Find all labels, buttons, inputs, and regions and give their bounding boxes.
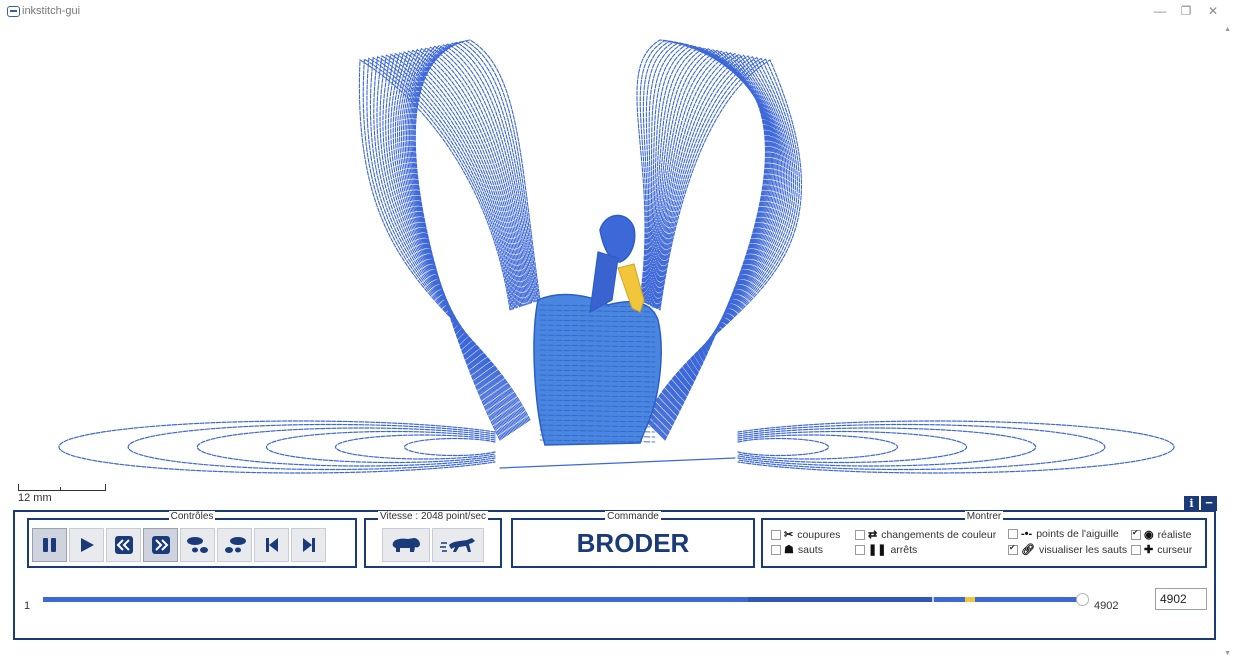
frog-icon: ☗ xyxy=(784,544,794,556)
color-block-1 xyxy=(43,597,748,602)
stitch-slider-track[interactable] xyxy=(43,597,1085,602)
minimize-window-button[interactable]: — xyxy=(1150,4,1170,18)
option-coupures[interactable]: ✂ coupures xyxy=(771,528,840,541)
arrets-checkbox[interactable] xyxy=(855,544,865,555)
slider-max-label: 4902 xyxy=(1094,600,1119,612)
crosshair-icon: ✚ xyxy=(1144,544,1154,556)
scissors-icon: ✂ xyxy=(784,529,794,541)
window-title: inkstitch-gui xyxy=(22,5,81,17)
scale-label: 12 mm xyxy=(18,492,52,504)
info-button[interactable]: i xyxy=(1184,496,1199,511)
stitch-line xyxy=(737,420,1175,474)
scale-bar-tick xyxy=(60,487,61,490)
play-icon xyxy=(80,538,94,552)
show-group: Montrer ✂ coupures ☗ sauts ⇄ changements… xyxy=(761,511,1207,568)
option-curseur[interactable]: ✚ curseur xyxy=(1131,543,1192,556)
current-command: BRODER xyxy=(576,527,690,558)
step-backward-button[interactable] xyxy=(180,528,215,562)
close-window-button[interactable]: ✕ xyxy=(1203,4,1223,18)
embroidery-design xyxy=(58,39,1175,474)
changements-label: changements de couleur xyxy=(881,528,997,541)
link-icon: 🔗︎ xyxy=(1021,544,1035,556)
option-changements-couleur[interactable]: ⇄ changements de couleur xyxy=(855,528,996,541)
skip-to-end-icon xyxy=(302,538,315,552)
footprints-forward-icon xyxy=(224,537,246,553)
fast-forward-button[interactable] xyxy=(143,528,178,562)
controls-group: Contrôles xyxy=(27,511,357,568)
hippo-icon xyxy=(392,538,420,552)
visualiser-checkbox[interactable] xyxy=(1008,543,1018,555)
points-checkbox[interactable] xyxy=(1008,529,1018,539)
rewind-button[interactable] xyxy=(106,528,141,562)
app-icon xyxy=(7,6,20,17)
color-block-yellow xyxy=(965,597,975,602)
stitch-number-input[interactable] xyxy=(1155,588,1207,610)
curseur-checkbox[interactable] xyxy=(1131,544,1141,555)
arrets-label: arrêts xyxy=(890,543,918,556)
jump-stitch-line xyxy=(499,457,736,469)
fast-forward-icon xyxy=(151,536,170,554)
embroidery-preview-canvas[interactable] xyxy=(0,24,1222,494)
pause-button[interactable] xyxy=(32,528,67,562)
speed-legend: Vitesse : 2048 point/sec xyxy=(378,511,488,522)
controls-legend: Contrôles xyxy=(168,511,216,522)
speed-group: Vitesse : 2048 point/sec xyxy=(364,511,502,568)
option-visualiser-sauts[interactable]: 🔗︎ visualiser les sauts xyxy=(1008,543,1127,556)
restore-window-button[interactable]: ❐ xyxy=(1176,4,1196,18)
control-panel: Contrôles Vitesse : 2048 point/sec Comma… xyxy=(13,510,1216,640)
show-legend: Montrer xyxy=(964,511,1004,522)
skip-to-start-icon xyxy=(265,538,278,552)
color-block-2 xyxy=(748,597,932,602)
color-block-4 xyxy=(975,597,1085,602)
curseur-label: curseur xyxy=(1157,543,1193,556)
pause-icon xyxy=(42,538,56,552)
slider-min-label: 1 xyxy=(24,600,31,612)
realiste-label: réaliste xyxy=(1157,528,1192,541)
title-bar: inkstitch-gui — ❐ ✕ xyxy=(0,0,1233,24)
stitch-line xyxy=(404,437,496,457)
changements-checkbox[interactable] xyxy=(855,529,865,540)
scale-bar xyxy=(18,484,106,491)
skip-to-end-button[interactable] xyxy=(291,528,326,562)
sauts-checkbox[interactable] xyxy=(771,544,781,555)
scroll-down-arrow-icon[interactable]: ▼ xyxy=(1224,650,1231,657)
skip-to-start-button[interactable] xyxy=(254,528,289,562)
cheetah-icon xyxy=(440,538,475,552)
play-button[interactable] xyxy=(69,528,104,562)
option-realiste[interactable]: ◉ réaliste xyxy=(1131,528,1191,541)
vertical-scrollbar[interactable] xyxy=(1223,24,1233,660)
command-group: Commande BRODER xyxy=(511,511,755,568)
eye-icon: ◉ xyxy=(1144,529,1154,541)
visualiser-label: visualiser les sauts xyxy=(1038,543,1128,556)
stop-icon: ❚❚ xyxy=(868,544,887,556)
exchange-icon: ⇄ xyxy=(868,529,878,541)
collapse-panel-button[interactable]: − xyxy=(1201,496,1217,511)
stitch-line xyxy=(127,423,496,471)
step-forward-button[interactable] xyxy=(217,528,252,562)
realiste-checkbox[interactable] xyxy=(1131,528,1141,540)
needle-point-icon: -•- xyxy=(1021,528,1033,540)
option-sauts[interactable]: ☗ sauts xyxy=(771,543,823,556)
faster-button[interactable] xyxy=(432,528,484,562)
stitch-slider-thumb[interactable] xyxy=(1076,593,1089,606)
footprints-backward-icon xyxy=(186,537,208,553)
stitch-line xyxy=(737,437,829,457)
scroll-up-arrow-icon[interactable]: ▲ xyxy=(1224,26,1231,33)
stitch-line xyxy=(737,423,1106,471)
sauts-label: sauts xyxy=(797,543,823,556)
color-block-3 xyxy=(934,597,965,602)
stitch-line xyxy=(58,420,496,474)
option-arrets[interactable]: ❚❚ arrêts xyxy=(855,543,917,556)
option-points-aiguille[interactable]: -•- points de l'aiguille xyxy=(1008,528,1119,540)
coupures-checkbox[interactable] xyxy=(771,529,781,540)
slower-button[interactable] xyxy=(382,528,430,562)
points-label: points de l'aiguille xyxy=(1036,528,1119,540)
rewind-icon xyxy=(114,536,133,554)
coupures-label: coupures xyxy=(797,528,841,541)
